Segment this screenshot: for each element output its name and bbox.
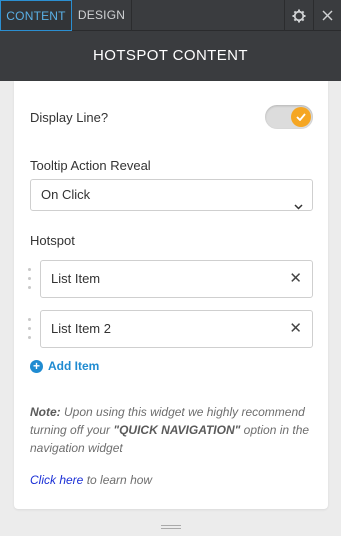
page-title: HOTSPOT CONTENT <box>0 31 341 81</box>
remove-item-icon[interactable]: ✕ <box>289 261 302 297</box>
remove-item-icon[interactable]: ✕ <box>289 311 302 347</box>
click-here-link[interactable]: Click here <box>30 473 83 487</box>
chevron-down-icon <box>294 191 303 221</box>
tab-design[interactable]: DESIGN <box>72 0 132 31</box>
display-line-label: Display Line? <box>30 110 109 125</box>
tooltip-action-select[interactable]: On Click <box>30 179 313 211</box>
tooltip-action-value: On Click <box>41 187 91 202</box>
check-icon <box>291 107 311 127</box>
resize-handle[interactable] <box>161 524 181 530</box>
close-icon[interactable] <box>313 0 341 31</box>
list-item[interactable]: List Item ✕ <box>40 260 313 298</box>
content-panel: Display Line? Tooltip Action Reveal On C… <box>14 81 328 509</box>
top-toolbar: CONTENT DESIGN <box>0 0 341 31</box>
display-line-toggle[interactable] <box>265 105 313 129</box>
hotspot-label: Hotspot <box>30 233 75 248</box>
plus-icon: + <box>30 359 43 373</box>
list-item-label: List Item 2 <box>51 321 111 336</box>
add-item-label: Add Item <box>48 359 100 373</box>
list-item-label: List Item <box>51 271 101 286</box>
note-emphasis: "QUICK NAVIGATION" <box>113 423 241 437</box>
list-item[interactable]: List Item 2 ✕ <box>40 310 313 348</box>
gear-icon[interactable] <box>284 0 312 31</box>
drag-handle-icon[interactable] <box>28 318 34 340</box>
learn-more: Click here to learn how <box>30 473 152 487</box>
add-item-button[interactable]: + Add Item <box>30 359 99 373</box>
tooltip-action-label: Tooltip Action Reveal <box>30 158 151 173</box>
note-text: Note: Upon using this widget we highly r… <box>30 403 315 457</box>
note-prefix: Note: <box>30 405 61 419</box>
tab-content[interactable]: CONTENT <box>0 0 72 31</box>
learn-more-text: to learn how <box>86 473 153 487</box>
drag-handle-icon[interactable] <box>28 268 34 290</box>
